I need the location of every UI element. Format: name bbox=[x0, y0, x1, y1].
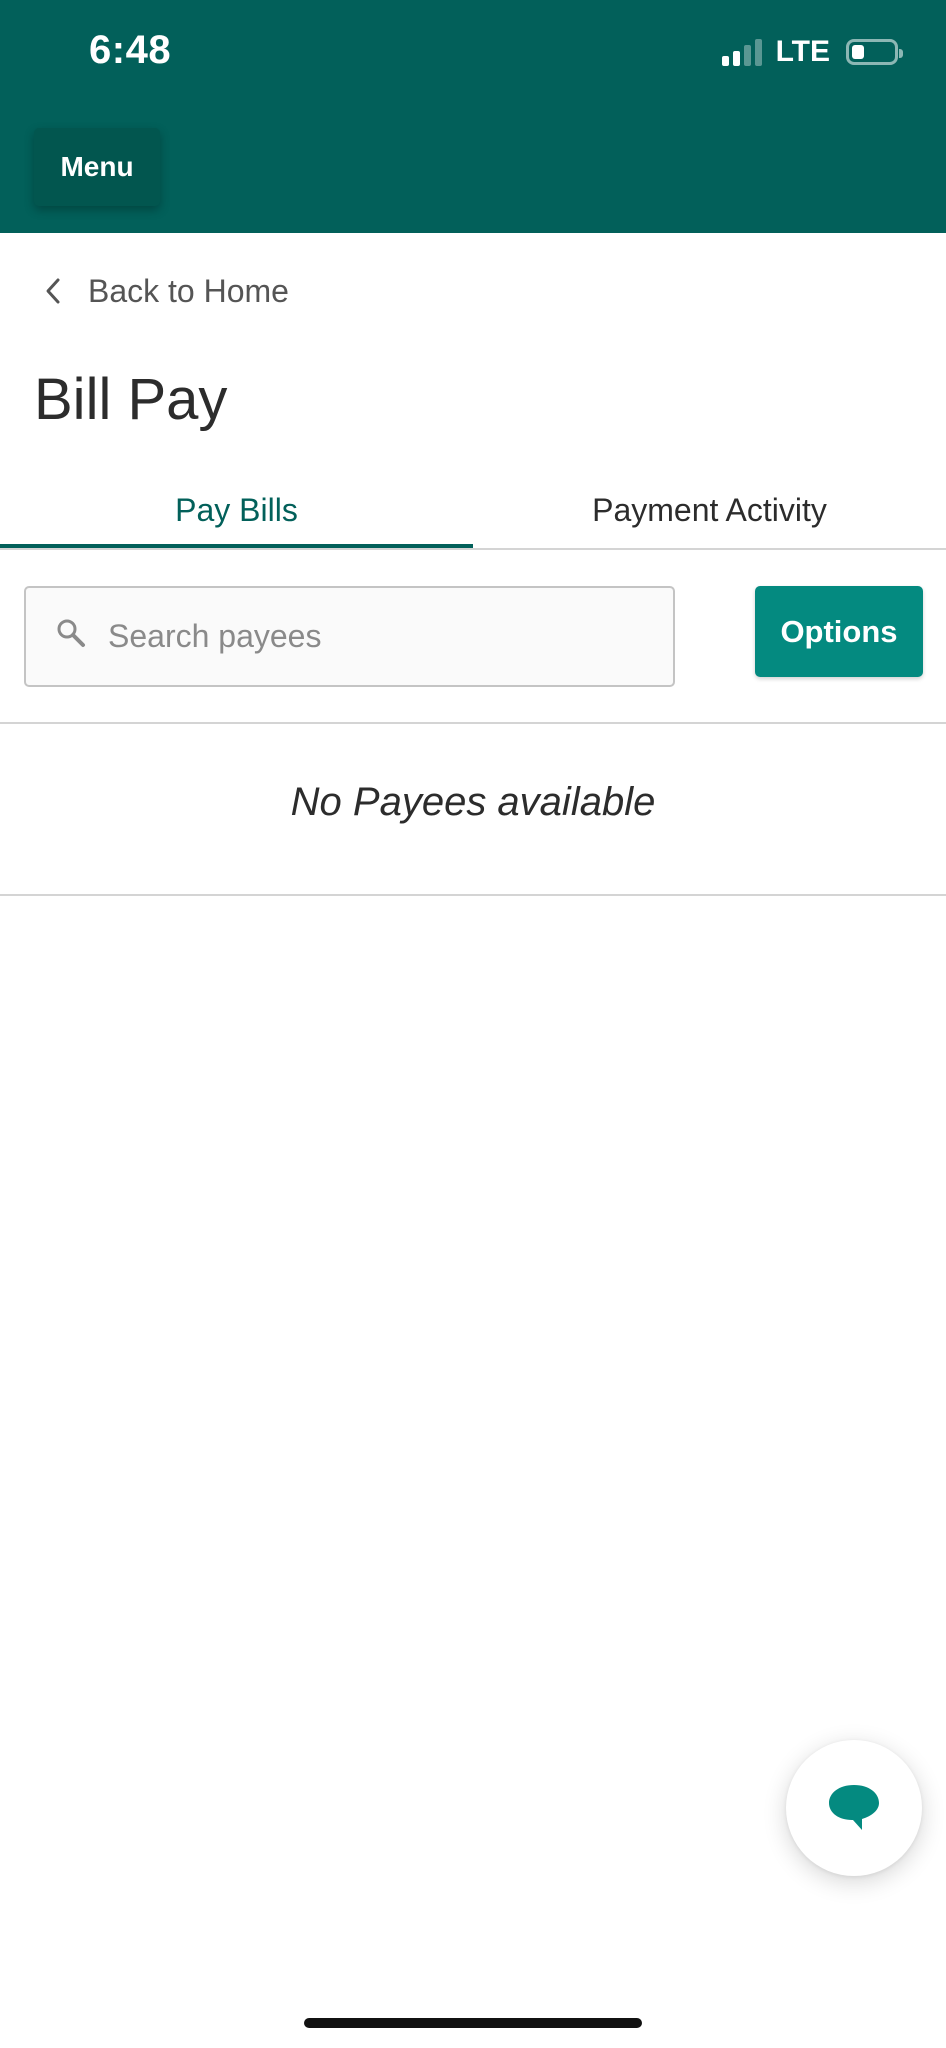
back-link-label: Back to Home bbox=[88, 272, 289, 309]
cellular-signal-icon bbox=[721, 38, 762, 66]
battery-icon bbox=[846, 39, 903, 65]
tab-payment-activity[interactable]: Payment Activity bbox=[473, 470, 946, 550]
tabs-divider bbox=[0, 548, 946, 550]
empty-state-message: No Payees available bbox=[290, 780, 656, 824]
chat-bubble-icon bbox=[829, 1785, 879, 1830]
chat-button[interactable] bbox=[786, 1740, 922, 1876]
back-to-home-link[interactable]: Back to Home bbox=[44, 268, 289, 314]
tab-pay-bills[interactable]: Pay Bills bbox=[0, 470, 473, 550]
options-button[interactable]: Options bbox=[755, 586, 923, 677]
network-type: LTE bbox=[775, 35, 830, 68]
divider bbox=[0, 722, 946, 724]
divider bbox=[0, 894, 946, 896]
chevron-left-icon bbox=[46, 278, 60, 304]
app-header: 6:48 LTE Menu bbox=[0, 0, 946, 233]
search-box[interactable] bbox=[24, 586, 675, 687]
status-icons: LTE bbox=[721, 34, 903, 70]
search-icon bbox=[57, 619, 85, 647]
tab-bar: Pay Bills Payment Activity bbox=[0, 470, 946, 550]
home-indicator bbox=[304, 2018, 642, 2028]
menu-button[interactable]: Menu bbox=[34, 128, 160, 206]
page-title: Bill Pay bbox=[34, 367, 228, 432]
status-time: 6:48 bbox=[89, 28, 172, 72]
search-payees-input[interactable] bbox=[108, 588, 648, 685]
